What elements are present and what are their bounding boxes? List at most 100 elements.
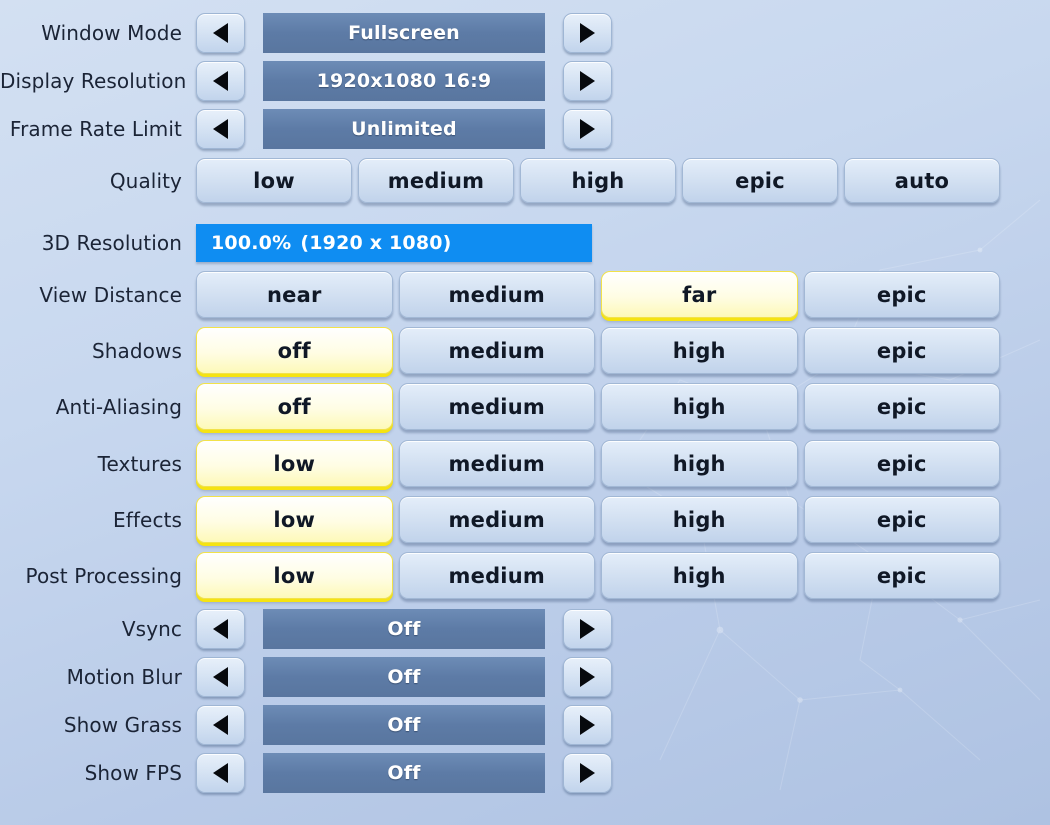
segmented-quality: low medium high epic auto <box>196 158 1050 203</box>
setting-row-effects: Effects low medium high epic <box>0 496 1050 543</box>
segmented-shadows: off medium high epic <box>196 327 1050 374</box>
option-shadows-2[interactable]: high <box>601 327 798 374</box>
option-group-shadows: off medium high epic <box>196 327 1000 374</box>
value-vsync[interactable]: Off <box>263 609 545 649</box>
setting-row-vsync: Vsync Off <box>0 609 1050 649</box>
option-post-processing-1[interactable]: medium <box>398 552 595 599</box>
option-view-distance-0[interactable]: near <box>196 271 393 318</box>
stepper-vsync: Off <box>196 609 1050 649</box>
left-arrow-icon-display-resolution[interactable] <box>196 61 245 101</box>
option-post-processing-3[interactable]: epic <box>803 552 1000 599</box>
setting-row-show-grass: Show Grass Off <box>0 705 1050 745</box>
right-arrow-icon-show-grass[interactable] <box>563 705 612 745</box>
setting-label-view-distance: View Distance <box>39 282 182 307</box>
setting-label-motion-blur: Motion Blur <box>66 665 182 689</box>
setting-row-motion-blur: Motion Blur Off <box>0 657 1050 697</box>
slider-percent-value: 100.0% <box>211 232 292 254</box>
right-arrow-icon-show-fps[interactable] <box>563 753 612 793</box>
setting-label-window-mode: Window Mode <box>41 21 182 45</box>
option-textures-2[interactable]: high <box>601 440 798 487</box>
setting-label-anti-aliasing: Anti-Aliasing <box>55 394 182 419</box>
right-arrow-icon-vsync[interactable] <box>563 609 612 649</box>
setting-label-quality: Quality <box>109 168 182 193</box>
option-quality-4[interactable]: auto <box>844 158 1000 203</box>
option-textures-0[interactable]: low <box>196 440 393 487</box>
option-anti-aliasing-1[interactable]: medium <box>398 383 595 430</box>
option-textures-3[interactable]: epic <box>803 440 1000 487</box>
stepper-display-resolution: 1920x1080 16:9 <box>196 61 1050 101</box>
option-effects-0[interactable]: low <box>196 496 393 543</box>
setting-row-frame-rate-limit: Frame Rate Limit Unlimited <box>0 109 1050 149</box>
option-quality-2[interactable]: high <box>520 158 676 203</box>
setting-row-post-processing: Post Processing low medium high epic <box>0 552 1050 599</box>
option-shadows-3[interactable]: epic <box>803 327 1000 374</box>
option-group-post-processing: low medium high epic <box>196 552 1000 599</box>
setting-label-show-grass: Show Grass <box>63 713 182 737</box>
option-view-distance-1[interactable]: medium <box>398 271 595 318</box>
setting-row-window-mode: Window Mode Fullscreen <box>0 13 1050 53</box>
setting-row-anti-aliasing: Anti-Aliasing off medium high epic <box>0 383 1050 430</box>
slider-3d-resolution-container: 100.0% (1920 x 1080) <box>196 224 1050 262</box>
option-shadows-0[interactable]: off <box>196 327 393 374</box>
option-quality-0[interactable]: low <box>196 158 352 203</box>
setting-label-show-fps: Show FPS <box>84 761 182 785</box>
value-motion-blur[interactable]: Off <box>263 657 545 697</box>
option-post-processing-2[interactable]: high <box>601 552 798 599</box>
right-arrow-icon-motion-blur[interactable] <box>563 657 612 697</box>
setting-label-frame-rate-limit: Frame Rate Limit <box>9 117 182 141</box>
option-anti-aliasing-3[interactable]: epic <box>803 383 1000 430</box>
value-frame-rate-limit[interactable]: Unlimited <box>263 109 545 149</box>
segmented-view-distance: near medium far epic <box>196 271 1050 318</box>
setting-label-display-resolution: Display Resolution <box>0 69 187 93</box>
video-settings-screen: Window Mode Fullscreen Display Resolutio… <box>0 0 1050 825</box>
stepper-show-fps: Off <box>196 753 1050 793</box>
right-arrow-icon-display-resolution[interactable] <box>563 61 612 101</box>
setting-label-shadows: Shadows <box>91 338 182 363</box>
left-arrow-icon-window-mode[interactable] <box>196 13 245 53</box>
option-anti-aliasing-0[interactable]: off <box>196 383 393 430</box>
left-arrow-icon-motion-blur[interactable] <box>196 657 245 697</box>
option-post-processing-0[interactable]: low <box>196 552 393 599</box>
option-effects-2[interactable]: high <box>601 496 798 543</box>
stepper-window-mode: Fullscreen <box>196 13 1050 53</box>
option-view-distance-2[interactable]: far <box>601 271 798 318</box>
value-show-grass[interactable]: Off <box>263 705 545 745</box>
right-arrow-icon-window-mode[interactable] <box>563 13 612 53</box>
segmented-textures: low medium high epic <box>196 440 1050 487</box>
setting-row-show-fps: Show FPS Off <box>0 753 1050 793</box>
option-textures-1[interactable]: medium <box>398 440 595 487</box>
option-effects-1[interactable]: medium <box>398 496 595 543</box>
setting-label-textures: Textures <box>97 451 182 476</box>
option-group-anti-aliasing: off medium high epic <box>196 383 1000 430</box>
left-arrow-icon-vsync[interactable] <box>196 609 245 649</box>
option-anti-aliasing-2[interactable]: high <box>601 383 798 430</box>
setting-row-quality: Quality low medium high epic auto <box>0 158 1050 203</box>
setting-label-effects: Effects <box>113 507 182 532</box>
option-view-distance-3[interactable]: epic <box>803 271 1000 318</box>
value-window-mode[interactable]: Fullscreen <box>263 13 545 53</box>
option-group-effects: low medium high epic <box>196 496 1000 543</box>
stepper-frame-rate-limit: Unlimited <box>196 109 1050 149</box>
segmented-effects: low medium high epic <box>196 496 1050 543</box>
option-quality-3[interactable]: epic <box>682 158 838 203</box>
right-arrow-icon-frame-rate-limit[interactable] <box>563 109 612 149</box>
stepper-show-grass: Off <box>196 705 1050 745</box>
setting-row-shadows: Shadows off medium high epic <box>0 327 1050 374</box>
setting-label-vsync: Vsync <box>121 617 182 641</box>
value-show-fps[interactable]: Off <box>263 753 545 793</box>
setting-row-3d-resolution: 3D Resolution 100.0% (1920 x 1080) <box>0 224 1050 262</box>
slider-3d-resolution[interactable]: 100.0% (1920 x 1080) <box>196 224 592 262</box>
option-group-view-distance: near medium far epic <box>196 271 1000 318</box>
left-arrow-icon-show-fps[interactable] <box>196 753 245 793</box>
left-arrow-icon-show-grass[interactable] <box>196 705 245 745</box>
slider-resolution-detail: (1920 x 1080) <box>300 232 452 254</box>
stepper-motion-blur: Off <box>196 657 1050 697</box>
setting-row-display-resolution: Display Resolution 1920x1080 16:9 <box>0 61 1050 101</box>
option-quality-1[interactable]: medium <box>358 158 514 203</box>
value-display-resolution[interactable]: 1920x1080 16:9 <box>263 61 545 101</box>
option-group-textures: low medium high epic <box>196 440 1000 487</box>
option-shadows-1[interactable]: medium <box>398 327 595 374</box>
left-arrow-icon-frame-rate-limit[interactable] <box>196 109 245 149</box>
segmented-anti-aliasing: off medium high epic <box>196 383 1050 430</box>
option-effects-3[interactable]: epic <box>803 496 1000 543</box>
